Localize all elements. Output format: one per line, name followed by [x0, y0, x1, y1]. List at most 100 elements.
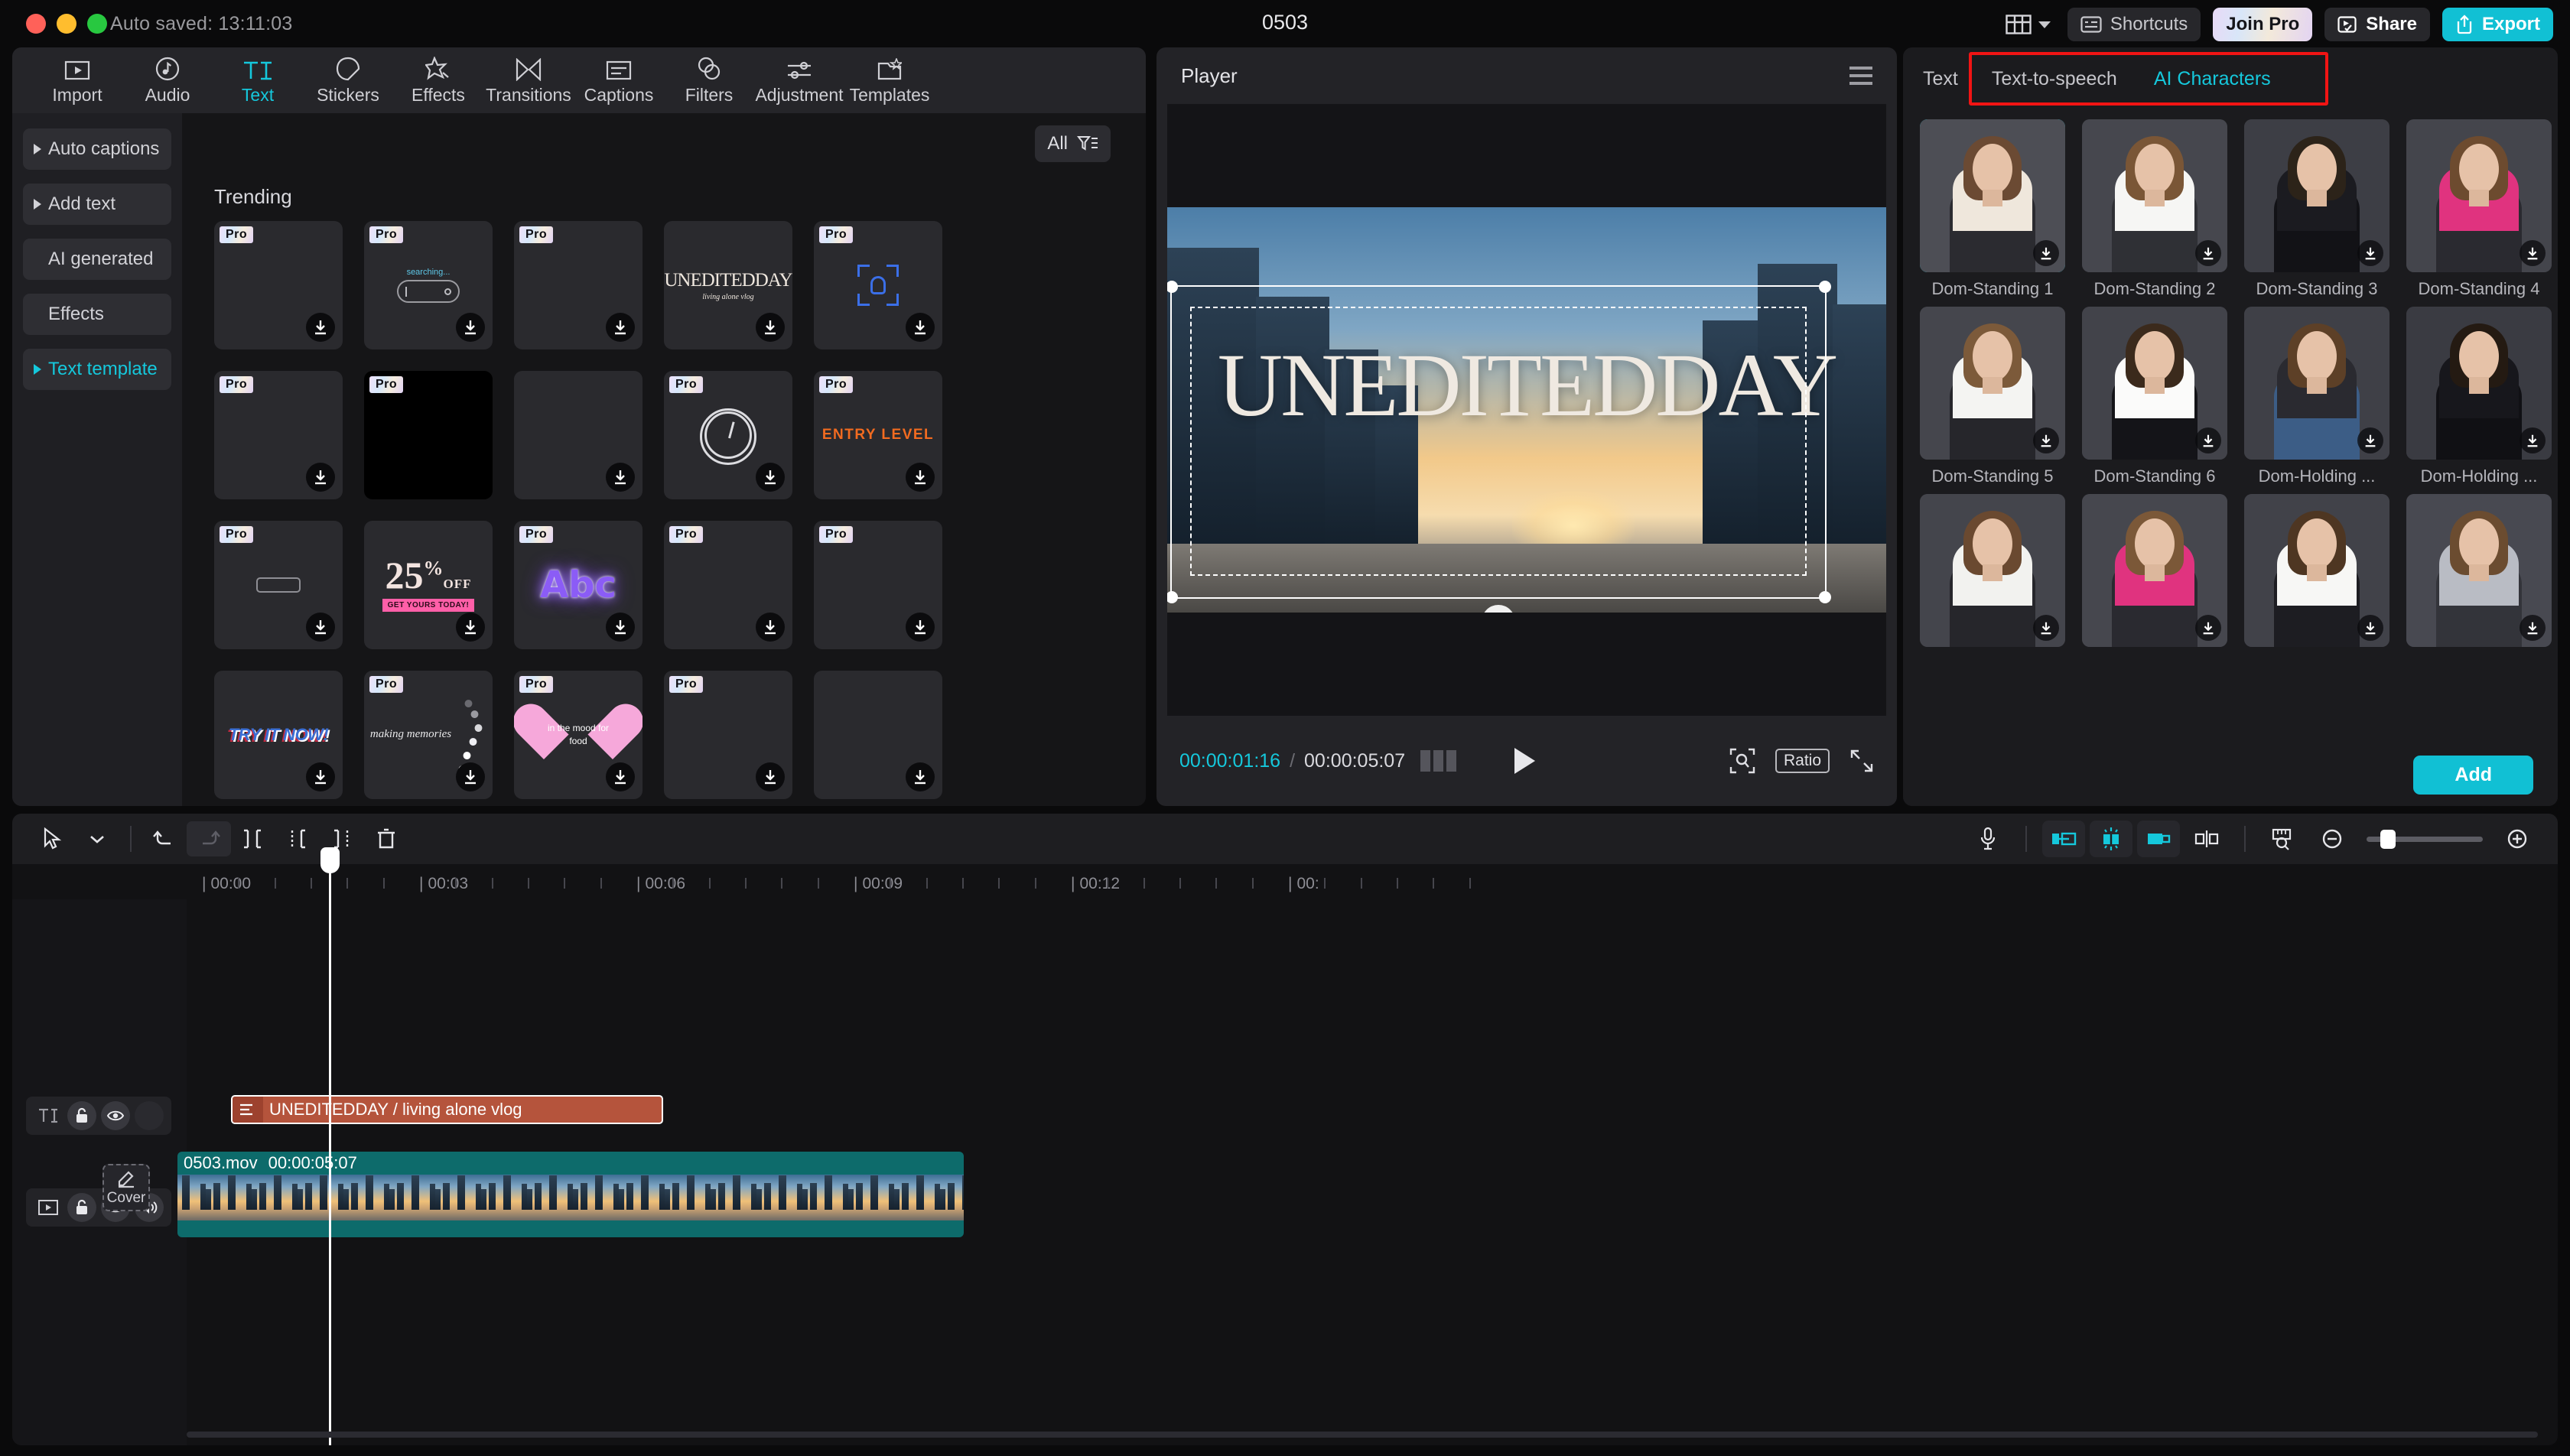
share-button[interactable]: Share	[2324, 8, 2430, 41]
timeline-ruler[interactable]: 00:00 00:03 00:06 00:09 00:12 00:	[187, 864, 2558, 899]
character-thumbnail[interactable]	[2244, 307, 2389, 460]
template-card[interactable]: Pro	[214, 371, 343, 499]
template-card[interactable]: searching... Pro	[364, 221, 493, 349]
lock-track-button[interactable]	[67, 1101, 96, 1130]
character-thumbnail[interactable]	[2406, 119, 2552, 272]
character-download-button[interactable]	[2033, 240, 2059, 266]
marker-button[interactable]	[2184, 821, 2229, 856]
export-button[interactable]: Export	[2442, 8, 2553, 41]
download-button[interactable]	[756, 762, 785, 791]
character-download-button[interactable]	[2033, 427, 2059, 453]
trim-start-button[interactable]	[275, 821, 320, 856]
frame-rate-button[interactable]	[1420, 750, 1457, 772]
download-button[interactable]	[606, 463, 635, 492]
character-thumbnail[interactable]	[1920, 494, 2065, 647]
lock-track-button-2[interactable]	[67, 1193, 96, 1222]
resize-handle-br[interactable]	[1819, 591, 1831, 603]
character-download-button[interactable]	[2357, 615, 2383, 641]
character-thumbnail[interactable]	[1920, 307, 2065, 460]
template-card[interactable]: Pro	[514, 221, 642, 349]
toolbar-item-text[interactable]: Text	[213, 55, 303, 106]
template-card[interactable]: TRY IT NOW!	[214, 671, 343, 799]
tab-text-to-speech[interactable]: Text-to-speech	[1992, 68, 2117, 90]
download-button[interactable]	[756, 613, 785, 642]
redo-button[interactable]	[187, 821, 231, 856]
template-card[interactable]: ENTRY LEVEL Pro	[814, 371, 942, 499]
template-card[interactable]: Pro	[364, 371, 493, 499]
video-clip[interactable]: 0503.mov 00:00:05:07	[177, 1152, 964, 1237]
character-download-button[interactable]	[2195, 615, 2221, 641]
audio-mix-left-button[interactable]	[2042, 821, 2085, 857]
zoom-slider-knob[interactable]	[2380, 829, 2396, 849]
playhead-knob[interactable]	[320, 847, 340, 873]
download-button[interactable]	[906, 613, 935, 642]
cover-button[interactable]: Cover	[102, 1164, 150, 1211]
toolbar-item-stickers[interactable]: Stickers	[303, 55, 393, 106]
select-tool-dropdown[interactable]	[75, 821, 119, 856]
sidebar-item-text-template[interactable]: Text template	[23, 349, 171, 390]
download-button[interactable]	[306, 762, 335, 791]
zoom-in-button[interactable]	[2495, 821, 2539, 856]
download-button[interactable]	[306, 613, 335, 642]
download-button[interactable]	[456, 313, 485, 342]
character-download-button[interactable]	[2357, 240, 2383, 266]
template-card[interactable]: Pro	[214, 221, 343, 349]
clip-drag-handle[interactable]	[233, 1097, 263, 1123]
player-menu-button[interactable]	[1849, 67, 1872, 85]
character-download-button[interactable]	[2033, 615, 2059, 641]
character-download-button[interactable]	[2195, 427, 2221, 453]
zoom-out-button[interactable]	[2310, 821, 2354, 856]
toolbar-item-import[interactable]: Import	[32, 55, 122, 106]
split-button[interactable]	[231, 821, 275, 856]
character-thumbnail[interactable]	[1920, 119, 2065, 272]
timeline-scrollbar[interactable]	[187, 1432, 2538, 1438]
toolbar-item-adjustment[interactable]: Adjustment	[754, 55, 844, 106]
template-card[interactable]: Pro	[664, 671, 792, 799]
template-card[interactable]: Pro	[664, 371, 792, 499]
download-button[interactable]	[456, 762, 485, 791]
template-card[interactable]: Pro	[214, 521, 343, 649]
tab-text[interactable]: Text	[1923, 68, 1958, 90]
download-button[interactable]	[456, 613, 485, 642]
audio-detach-button[interactable]	[2090, 821, 2132, 857]
delete-button[interactable]	[364, 821, 408, 856]
template-card[interactable]: in the mood for food Pro	[514, 671, 642, 799]
shortcuts-button[interactable]: Shortcuts	[2067, 8, 2201, 41]
audio-mix-right-button[interactable]	[2137, 821, 2180, 857]
character-download-button[interactable]	[2195, 240, 2221, 266]
toolbar-item-audio[interactable]: Audio	[122, 55, 213, 106]
download-button[interactable]	[606, 613, 635, 642]
character-download-button[interactable]	[2520, 615, 2546, 641]
template-card[interactable]: 25%OFF GET YOURS TODAY!	[364, 521, 493, 649]
fullscreen-icon[interactable]	[1849, 749, 1874, 773]
template-card[interactable]: UNEDITEDDAY living alone vlog	[664, 221, 792, 349]
zoom-fit-icon[interactable]	[1729, 748, 1755, 774]
sidebar-item-add-text[interactable]: Add text	[23, 184, 171, 225]
template-card[interactable]	[514, 371, 642, 499]
undo-button[interactable]	[142, 821, 187, 856]
character-download-button[interactable]	[2520, 240, 2546, 266]
play-button[interactable]	[1514, 748, 1535, 774]
character-download-button[interactable]	[2520, 427, 2546, 453]
toolbar-item-captions[interactable]: Captions	[574, 55, 664, 106]
text-clip[interactable]: UNEDITEDDAY / living alone vlog	[231, 1095, 663, 1124]
sidebar-item-auto-captions[interactable]: Auto captions	[23, 128, 171, 170]
template-card[interactable]: Pro	[814, 221, 942, 349]
toggle-visibility-button[interactable]	[101, 1101, 130, 1130]
character-download-button[interactable]	[2357, 427, 2383, 453]
layout-switch-button[interactable]	[2001, 8, 2055, 41]
filter-all-button[interactable]: All	[1035, 125, 1111, 162]
sidebar-item-effects[interactable]: Effects	[23, 294, 171, 335]
ruler-zoom-button[interactable]	[2261, 821, 2305, 856]
template-card[interactable]: Pro	[664, 521, 792, 649]
sidebar-item-ai-generated[interactable]: AI generated	[23, 239, 171, 280]
template-card[interactable]: Pro	[814, 521, 942, 649]
playhead[interactable]	[320, 847, 340, 1445]
template-card[interactable]: making memories Pro	[364, 671, 493, 799]
join-pro-button[interactable]: Join Pro	[2213, 8, 2313, 41]
character-thumbnail[interactable]	[2082, 307, 2227, 460]
toolbar-item-templates[interactable]: Templates	[844, 55, 935, 106]
character-thumbnail[interactable]	[2406, 307, 2552, 460]
download-button[interactable]	[606, 762, 635, 791]
download-button[interactable]	[306, 313, 335, 342]
